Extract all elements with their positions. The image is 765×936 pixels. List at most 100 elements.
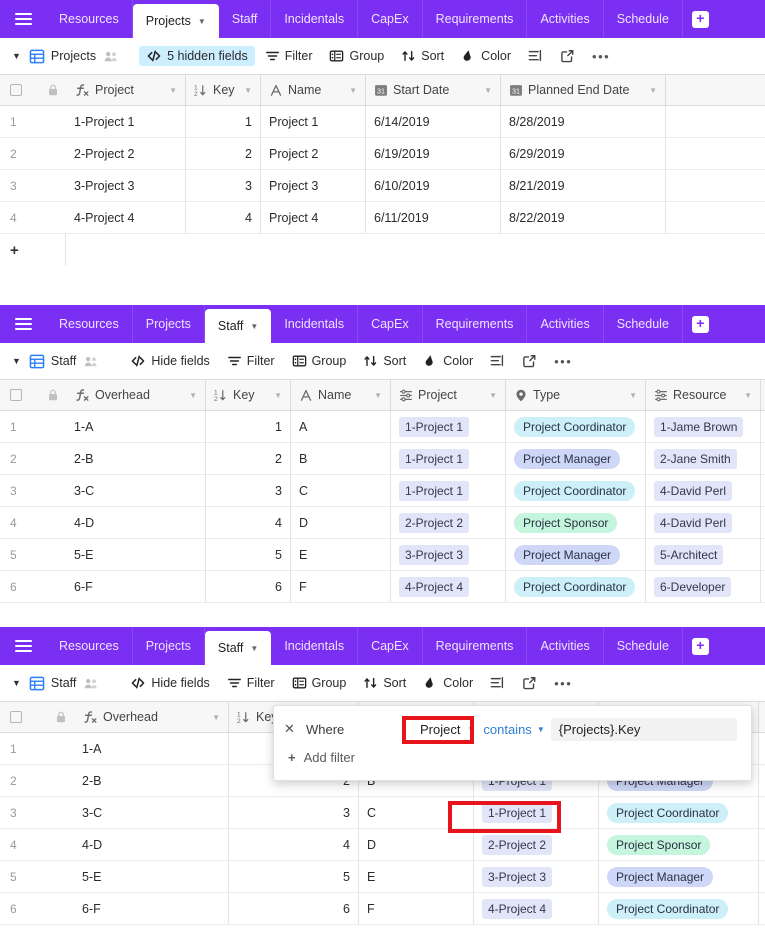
chevron-down-icon[interactable]: ▼ — [643, 86, 657, 95]
linked-record-tag[interactable]: 1-Jame Brown — [654, 416, 744, 437]
cell-name[interactable]: C — [291, 475, 391, 506]
table-row[interactable]: 1 1-A 1 A 1-Project 1 Project Coordinator 1-Ja… — [0, 411, 765, 443]
view-sidebar-toggle-icon[interactable]: ▼ — [10, 51, 29, 61]
chevron-down-icon[interactable]: ▼ — [478, 86, 492, 95]
sort-button[interactable]: Sort — [356, 351, 413, 371]
share-view-button[interactable] — [515, 351, 544, 371]
cell-name[interactable]: B — [291, 443, 391, 474]
nav-tab-resources[interactable]: Resources — [46, 0, 133, 38]
hide-fields-button[interactable]: Hide fields — [123, 351, 216, 371]
linked-record-tag[interactable]: 4-Project 4 — [482, 898, 553, 919]
column-header-project[interactable]: Project ▼ — [391, 380, 506, 410]
cell-project[interactable]: 4-Project 4 — [391, 571, 506, 602]
chevron-down-icon[interactable]: ▼ — [483, 391, 497, 400]
nav-tab-schedule[interactable]: Schedule — [603, 0, 683, 38]
cell-overhead[interactable]: 6-F — [74, 893, 229, 924]
cell-project[interactable]: 2-Project 2 — [391, 507, 506, 538]
sort-button[interactable]: Sort — [356, 673, 413, 693]
cell-type[interactable]: Project Coordinator — [599, 893, 759, 924]
cell-project[interactable]: 4-Project 4 — [66, 202, 186, 233]
add-record-row[interactable]: + — [0, 234, 765, 266]
linked-record-tag[interactable]: 5-Architect — [654, 544, 724, 565]
cell-name[interactable]: Project 4 — [261, 202, 366, 233]
table-row[interactable]: 3 3-C 3 C 1-Project 1 Project Coordinator — [0, 797, 765, 829]
share-view-button[interactable] — [515, 673, 544, 693]
cell-key[interactable]: 5 — [206, 539, 291, 570]
cell-project[interactable]: 1-Project 1 — [66, 106, 186, 137]
color-button[interactable]: Color — [416, 673, 480, 693]
cell-overhead[interactable]: 3-C — [66, 475, 206, 506]
filter-field-select[interactable]: Project ▼ — [418, 721, 483, 738]
cell-project[interactable]: 1-Project 1 — [391, 443, 506, 474]
view-sidebar-toggle-icon[interactable]: ▼ — [10, 678, 29, 688]
cell-start-date[interactable]: 6/14/2019 — [366, 106, 501, 137]
color-button[interactable]: Color — [416, 351, 480, 371]
nav-tab-capex[interactable]: CapEx — [358, 627, 423, 665]
table-row[interactable]: 2 2-B 2 B 1-Project 1 Project Manager 2-Jane S… — [0, 443, 765, 475]
nav-tab-projects[interactable]: Projects ▼ — [132, 4, 219, 38]
hamburger-menu-icon[interactable] — [0, 627, 46, 665]
table-row[interactable]: 5 5-E 5 E 3-Project 3 Project Manager — [0, 861, 765, 893]
people-icon[interactable] — [103, 49, 119, 64]
cell-overhead[interactable]: 1-A — [74, 733, 229, 764]
filter-button[interactable]: Filter — [220, 673, 282, 693]
cell-planned-end-date[interactable]: 8/28/2019 — [501, 106, 666, 137]
add-table-button[interactable]: + — [683, 0, 718, 38]
cell-key[interactable]: 1 — [186, 106, 261, 137]
column-header-overhead[interactable]: Overhead ▼ — [74, 702, 229, 732]
table-row[interactable]: 6 6-F 6 F 4-Project 4 Project Coordinator — [0, 893, 765, 925]
hamburger-menu-icon[interactable] — [0, 305, 46, 343]
nav-tab-schedule[interactable]: Schedule — [603, 627, 683, 665]
more-options-button[interactable]: ••• — [547, 673, 579, 694]
cell-key[interactable]: 2 — [206, 443, 291, 474]
table-row[interactable]: 2 2-Project 2 2 Project 2 6/19/2019 6/29/2019 — [0, 138, 765, 170]
nav-tab-capex[interactable]: CapEx — [358, 0, 423, 38]
linked-record-tag[interactable]: 3-Project 3 — [482, 866, 553, 887]
cell-name[interactable]: F — [291, 571, 391, 602]
filter-button[interactable]: Filter — [220, 351, 282, 371]
cell-name[interactable]: E — [359, 861, 474, 892]
cell-type[interactable]: Project Manager — [599, 861, 759, 892]
select-option-tag[interactable]: Project Coordinator — [514, 416, 636, 437]
remove-filter-icon[interactable]: ✕ — [284, 721, 306, 737]
cell-name[interactable]: Project 3 — [261, 170, 366, 201]
table-row[interactable]: 4 4-D 4 D 2-Project 2 Project Sponsor 4-David … — [0, 507, 765, 539]
table-row[interactable]: 5 5-E 5 E 3-Project 3 Project Manager 5-Archit… — [0, 539, 765, 571]
column-header-name[interactable]: Name ▼ — [291, 380, 391, 410]
cell-key[interactable]: 3 — [186, 170, 261, 201]
filter-value-input[interactable]: {Projects}.Key — [550, 717, 737, 741]
cell-type[interactable]: Project Manager — [506, 443, 646, 474]
table-row[interactable]: 6 6-F 6 F 4-Project 4 Project Coordinator 6-De… — [0, 571, 765, 603]
nav-tab-staff[interactable]: Staff — [218, 0, 272, 38]
add-filter-button[interactable]: + Add filter — [284, 743, 739, 771]
cell-name[interactable]: D — [291, 507, 391, 538]
linked-record-tag[interactable]: 1-Project 1 — [482, 802, 553, 823]
linked-record-tag[interactable]: 2-Jane Smith — [654, 448, 737, 469]
select-option-tag[interactable]: Project Coordinator — [514, 576, 636, 597]
select-option-tag[interactable]: Project Sponsor — [514, 512, 618, 533]
group-button[interactable]: Group — [285, 673, 354, 693]
cell-resource[interactable]: 5-Architect — [646, 539, 761, 570]
cell-key[interactable]: 4 — [186, 202, 261, 233]
cell-name[interactable]: Project 1 — [261, 106, 366, 137]
chevron-down-icon[interactable]: ▼ — [198, 17, 206, 26]
group-button[interactable]: Group — [285, 351, 354, 371]
chevron-down-icon[interactable]: ▼ — [368, 391, 382, 400]
select-all-checkbox[interactable] — [0, 702, 48, 732]
linked-record-tag[interactable]: 2-Project 2 — [482, 834, 553, 855]
cell-type[interactable]: Project Manager — [506, 539, 646, 570]
nav-tab-activities[interactable]: Activities — [527, 305, 604, 343]
cell-project[interactable]: 1-Project 1 — [474, 797, 599, 828]
nav-tab-projects[interactable]: Projects — [132, 627, 205, 665]
grid-view-icon[interactable] — [29, 676, 45, 691]
select-option-tag[interactable]: Project Sponsor — [607, 834, 711, 855]
select-all-checkbox[interactable] — [0, 75, 40, 105]
column-header-key[interactable]: 12 Key▼ — [186, 75, 261, 105]
add-table-button[interactable]: + — [683, 627, 718, 665]
nav-tab-capex[interactable]: CapEx — [358, 305, 423, 343]
cell-key[interactable]: 1 — [206, 411, 291, 442]
column-header-name[interactable]: Name ▼ — [261, 75, 366, 105]
cell-name[interactable]: F — [359, 893, 474, 924]
share-view-button[interactable] — [553, 46, 582, 66]
cell-name[interactable]: C — [359, 797, 474, 828]
